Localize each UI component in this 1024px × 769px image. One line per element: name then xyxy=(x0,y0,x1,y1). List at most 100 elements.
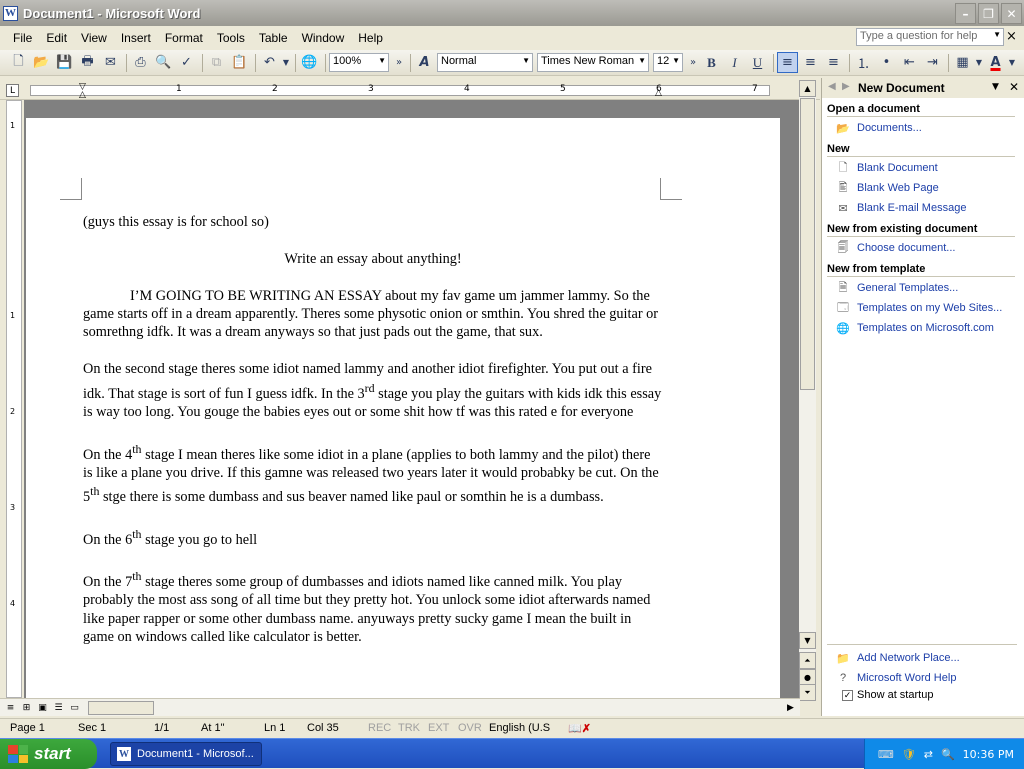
status-ovr[interactable]: OVR xyxy=(458,722,482,734)
new-document-icon[interactable]: 🗋 xyxy=(8,52,29,73)
left-indent-marker[interactable]: △ xyxy=(79,90,86,100)
styles-formatting-icon[interactable]: A xyxy=(414,52,435,73)
style-dropdown-icon[interactable]: ▼ xyxy=(522,56,530,65)
permission-icon[interactable]: 🖶 xyxy=(77,52,98,73)
menu-edit[interactable]: Edit xyxy=(39,28,74,48)
font-color-icon[interactable]: A xyxy=(985,52,1006,73)
web-layout-view-icon[interactable]: ⊞ xyxy=(20,702,33,714)
outline-view-icon[interactable]: ☰ xyxy=(52,702,65,714)
undo-icon[interactable]: ↶ xyxy=(259,52,280,73)
previous-page-icon[interactable]: ⏶ xyxy=(799,652,816,669)
numbering-icon[interactable]: ⒈ xyxy=(853,52,874,73)
link-templates-microsoft[interactable]: 🌐 Templates on Microsoft.com xyxy=(836,321,994,335)
help-search-input[interactable]: Type a question for help ▼ xyxy=(856,28,1004,46)
font-size-dropdown-icon[interactable]: ▼ xyxy=(672,56,680,65)
align-right-icon[interactable]: ≡ xyxy=(823,52,844,73)
vertical-scrollbar[interactable]: ▲ ▼ ⏶ ● ⏷ xyxy=(799,80,816,701)
menu-help[interactable]: Help xyxy=(351,28,390,48)
italic-button[interactable]: I xyxy=(724,52,745,73)
borders-dropdown-icon[interactable]: ▼ xyxy=(975,52,983,73)
font-color-dropdown-icon[interactable]: ▼ xyxy=(1008,52,1016,73)
zoom-dropdown-icon[interactable]: ▼ xyxy=(378,56,386,65)
bold-button[interactable]: B xyxy=(701,52,722,73)
right-indent-marker[interactable]: △ xyxy=(655,88,662,98)
document-area[interactable]: (guys this essay is for school so) Write… xyxy=(24,100,799,698)
undo-dropdown-icon[interactable]: ▼ xyxy=(282,52,290,73)
underline-button[interactable]: U xyxy=(747,52,768,73)
status-ext[interactable]: EXT xyxy=(428,722,449,734)
document-body[interactable]: (guys this essay is for school so) Write… xyxy=(83,213,663,665)
scroll-up-icon[interactable]: ▲ xyxy=(799,80,816,97)
clock[interactable]: 10:36 PM xyxy=(963,748,1014,761)
borders-icon[interactable]: ▦ xyxy=(952,52,973,73)
word-app-icon[interactable]: W xyxy=(3,5,18,21)
back-arrow-icon[interactable]: ◀ xyxy=(828,81,836,92)
taskbar-word-button[interactable]: W Document1 - Microsof... xyxy=(110,742,262,766)
save-icon[interactable]: 💾 xyxy=(54,52,75,73)
maximize-button[interactable]: ❐ xyxy=(978,3,999,24)
document-page[interactable]: (guys this essay is for school so) Write… xyxy=(26,118,780,698)
minimize-button[interactable]: – xyxy=(955,3,976,24)
bullets-icon[interactable]: • xyxy=(876,52,897,73)
horizontal-ruler[interactable]: L 1 2 3 4 5 6 7 ▽ △ △ xyxy=(0,80,820,100)
menu-format[interactable]: Format xyxy=(158,28,210,48)
scroll-down-icon[interactable]: ▼ xyxy=(799,632,816,649)
status-trk[interactable]: TRK xyxy=(398,722,420,734)
link-blank-email[interactable]: ✉ Blank E-mail Message xyxy=(836,201,966,215)
font-select[interactable]: Times New Roman ▼ xyxy=(537,53,649,72)
search-icon[interactable]: 🔍 xyxy=(941,748,955,761)
horizontal-scroll-thumb[interactable] xyxy=(88,701,154,715)
menu-window[interactable]: Window xyxy=(295,28,352,48)
increase-indent-icon[interactable]: ⇥ xyxy=(922,52,943,73)
show-at-startup-checkbox[interactable]: ✓ Show at startup xyxy=(842,689,933,701)
align-center-icon[interactable]: ≡ xyxy=(800,52,821,73)
menu-view[interactable]: View xyxy=(74,28,114,48)
menu-table[interactable]: Table xyxy=(252,28,295,48)
print-preview-icon[interactable]: 🔍 xyxy=(153,52,174,73)
copy-icon[interactable]: ⧉ xyxy=(206,52,227,73)
help-dropdown-icon[interactable]: ▼ xyxy=(993,30,1001,39)
network-icon[interactable]: ⇄ xyxy=(924,748,933,761)
keyboard-icon[interactable]: ⌨ xyxy=(878,748,894,761)
font-size-select[interactable]: 12 ▼ xyxy=(653,53,683,72)
research-icon[interactable]: 🌐 xyxy=(299,52,320,73)
email-icon[interactable]: ✉ xyxy=(100,52,121,73)
spelling-icon[interactable]: ✓ xyxy=(176,52,197,73)
open-folder-icon[interactable]: 📂 xyxy=(31,52,52,73)
link-templates-web-sites[interactable]: 🗔 Templates on my Web Sites... xyxy=(836,301,1002,315)
toolbar-options-icon[interactable]: » xyxy=(393,52,405,73)
security-shield-icon[interactable]: 🛡 xyxy=(902,748,916,761)
menu-insert[interactable]: Insert xyxy=(114,28,158,48)
spelling-status-icon[interactable]: 📖✗ xyxy=(568,722,591,735)
normal-view-icon[interactable]: ≡ xyxy=(4,702,17,714)
menu-tools[interactable]: Tools xyxy=(210,28,252,48)
document-close-button[interactable]: × xyxy=(1006,29,1017,44)
print-icon[interactable]: ⎙ xyxy=(130,52,151,73)
vertical-ruler[interactable]: 1 1 2 3 4 xyxy=(6,100,22,698)
decrease-indent-icon[interactable]: ⇤ xyxy=(899,52,920,73)
style-select[interactable]: Normal ▼ xyxy=(437,53,533,72)
print-layout-view-icon[interactable]: ▣ xyxy=(36,702,49,714)
align-left-icon[interactable]: ≡ xyxy=(777,52,798,73)
menu-file[interactable]: File xyxy=(6,28,39,48)
start-button[interactable]: start xyxy=(0,739,97,769)
link-word-help[interactable]: ? Microsoft Word Help xyxy=(836,671,957,685)
scroll-right-icon[interactable]: ▶ xyxy=(784,702,797,714)
toolbar-options-icon[interactable]: » xyxy=(687,52,699,73)
paste-icon[interactable]: 📋 xyxy=(229,52,250,73)
link-documents[interactable]: 📂 Documents... xyxy=(836,121,922,135)
link-blank-web-page[interactable]: 🖺 Blank Web Page xyxy=(836,181,939,195)
tab-selector-icon[interactable]: L xyxy=(6,84,19,97)
task-pane-close-button[interactable]: ✕ xyxy=(1009,80,1019,94)
horizontal-scrollbar[interactable]: ≡ ⊞ ▣ ☰ ▭ ▶ xyxy=(0,698,800,716)
status-rec[interactable]: REC xyxy=(368,722,391,734)
link-general-templates[interactable]: 🗎 General Templates... xyxy=(836,281,959,295)
vertical-scroll-thumb[interactable] xyxy=(800,98,815,390)
link-blank-document[interactable]: 🗋 Blank Document xyxy=(836,161,938,175)
zoom-select[interactable]: 100% ▼ xyxy=(329,53,389,72)
task-pane-dropdown-icon[interactable]: ▼ xyxy=(992,82,999,92)
reading-layout-view-icon[interactable]: ▭ xyxy=(68,702,81,714)
close-button[interactable]: ✕ xyxy=(1001,3,1022,24)
forward-arrow-icon[interactable]: ▶ xyxy=(842,81,850,92)
link-add-network-place[interactable]: 📁 Add Network Place... xyxy=(836,651,960,665)
